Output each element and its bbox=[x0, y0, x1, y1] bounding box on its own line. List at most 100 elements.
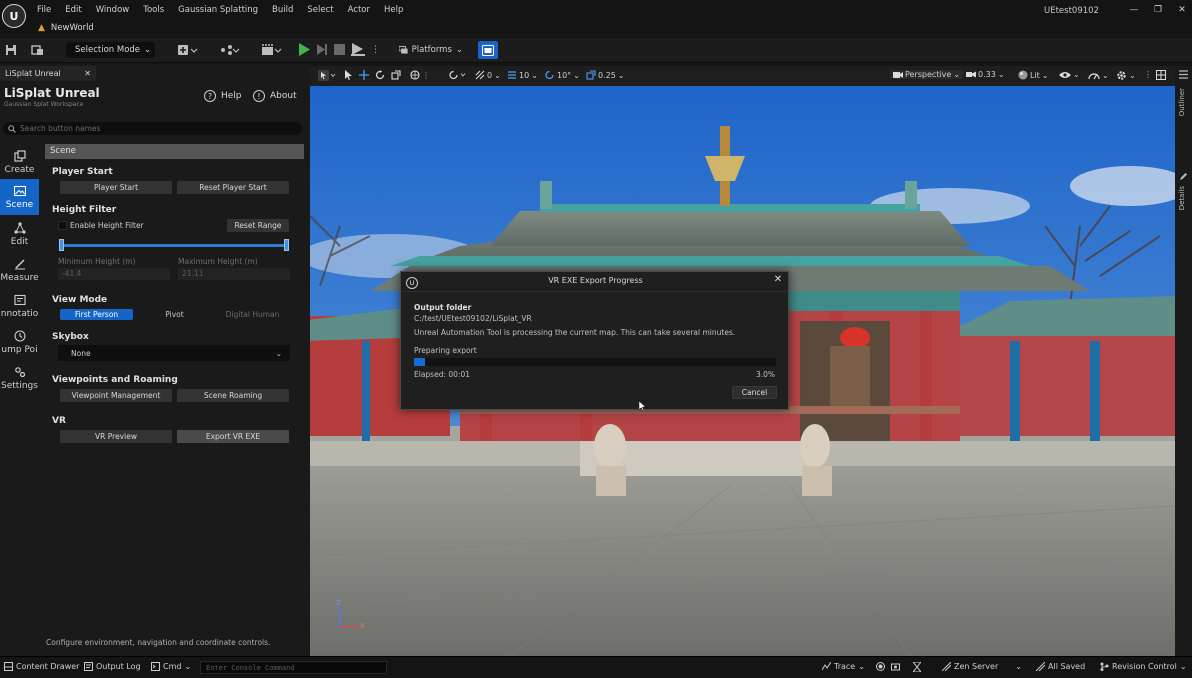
cmd-dropdown[interactable]: Cmd ⌄ bbox=[151, 662, 191, 671]
skybox-dropdown[interactable]: None ⌄ bbox=[58, 345, 290, 361]
viewport-settings-dropdown[interactable]: ⌄ bbox=[1116, 70, 1136, 81]
grid-snap-control[interactable]: 10 ⌄ bbox=[507, 70, 538, 80]
sidebar-item-scene[interactable]: Scene bbox=[0, 179, 39, 215]
sidebar-item-annotation[interactable]: nnotatio bbox=[0, 288, 39, 324]
menu-actor[interactable]: Actor bbox=[341, 4, 377, 16]
move-tool-icon[interactable] bbox=[359, 70, 369, 80]
record-icon[interactable] bbox=[876, 662, 885, 671]
enable-height-filter-checkbox[interactable] bbox=[58, 221, 67, 230]
menu-gaussian-splatting[interactable]: Gaussian Splatting bbox=[171, 4, 265, 16]
menu-edit[interactable]: Edit bbox=[58, 4, 88, 16]
viewpoint-management-button[interactable]: Viewpoint Management bbox=[60, 389, 172, 402]
rotation-snap-control[interactable]: 0 ⌄ bbox=[475, 70, 501, 80]
close-tab-icon[interactable]: ✕ bbox=[84, 69, 91, 78]
menu-tools[interactable]: Tools bbox=[136, 4, 171, 16]
height-range-slider[interactable] bbox=[60, 244, 288, 247]
menu-select[interactable]: Select bbox=[300, 4, 340, 16]
about-button[interactable]: ! About bbox=[253, 90, 297, 102]
details-tab[interactable]: Details bbox=[1178, 186, 1186, 210]
revision-control-dropdown[interactable]: Revision Control ⌄ bbox=[1100, 662, 1187, 671]
view-mode-pivot[interactable]: Pivot bbox=[138, 309, 211, 320]
select-tool-icon[interactable] bbox=[344, 70, 353, 80]
play-options-icon[interactable]: ⋮ bbox=[371, 45, 380, 55]
view-mode-first-person[interactable]: First Person bbox=[60, 309, 133, 320]
menu-build[interactable]: Build bbox=[265, 4, 300, 16]
sidebar-item-settings[interactable]: Settings bbox=[0, 360, 39, 396]
screenshot-icon[interactable] bbox=[891, 662, 900, 671]
view-mode-digital-human[interactable]: Digital Human bbox=[216, 309, 289, 320]
performance-dropdown[interactable]: ⌄ bbox=[1088, 70, 1109, 80]
panel-footer-hint: Configure environment, navigation and co… bbox=[46, 638, 271, 647]
trace-dropdown[interactable]: Trace ⌄ bbox=[822, 662, 865, 671]
perspective-dropdown[interactable]: Perspective ⌄ bbox=[890, 70, 964, 79]
sidebar-item-measure[interactable]: Measure bbox=[0, 252, 39, 288]
scene-roaming-button[interactable]: Scene Roaming bbox=[177, 389, 289, 402]
platforms-dropdown[interactable]: Platforms ⌄ bbox=[399, 42, 463, 58]
menu-window[interactable]: Window bbox=[89, 4, 137, 16]
sidebar-item-label: Scene bbox=[5, 199, 34, 210]
camera-speed-control[interactable]: 0.33 ⌄ bbox=[966, 70, 1005, 79]
minimize-icon[interactable]: — bbox=[1122, 3, 1146, 17]
selection-mode-dropdown[interactable]: Selection Mode ⌄ bbox=[66, 42, 155, 58]
project-tab[interactable]: ▲ NewWorld bbox=[30, 20, 94, 36]
player-start-button[interactable]: Player Start bbox=[60, 181, 172, 194]
add-actor-icon[interactable] bbox=[178, 44, 198, 56]
sidebar-item-create[interactable]: Create bbox=[0, 144, 39, 180]
reset-player-start-button[interactable]: Reset Player Start bbox=[177, 181, 289, 194]
save-icon[interactable] bbox=[5, 44, 19, 58]
rotate-tool-icon[interactable] bbox=[375, 70, 385, 80]
cancel-button[interactable]: Cancel bbox=[732, 386, 777, 399]
search-input[interactable] bbox=[20, 124, 290, 133]
viewport-more-icon[interactable]: ⋮ bbox=[1144, 70, 1152, 79]
eject-icon[interactable] bbox=[351, 43, 365, 56]
hourglass-icon[interactable] bbox=[913, 662, 921, 672]
content-browser-icon[interactable] bbox=[31, 44, 45, 58]
dialog-close-icon[interactable]: ✕ bbox=[772, 274, 784, 286]
output-log-button[interactable]: Output Log bbox=[84, 662, 141, 671]
world-space-icon[interactable]: ⋮ bbox=[410, 70, 430, 80]
trace-label: Trace bbox=[834, 662, 856, 671]
lisplat-plugin-button[interactable] bbox=[478, 41, 498, 59]
outliner-icon[interactable] bbox=[1179, 70, 1188, 79]
vr-preview-button[interactable]: VR Preview bbox=[60, 430, 172, 443]
details-pencil-icon[interactable] bbox=[1179, 172, 1188, 181]
min-height-field[interactable]: -41.4 bbox=[58, 268, 170, 280]
angle-snap-control[interactable]: 10° ⌄ bbox=[545, 70, 580, 80]
surface-snap-icon[interactable] bbox=[449, 70, 467, 80]
blueprint-icon[interactable] bbox=[220, 44, 240, 56]
cinematics-icon[interactable] bbox=[262, 44, 282, 56]
play-icon[interactable] bbox=[298, 43, 310, 56]
close-icon[interactable]: ✕ bbox=[1170, 3, 1192, 17]
show-flags-dropdown[interactable]: ⌄ bbox=[1059, 70, 1080, 79]
slider-max-handle[interactable] bbox=[284, 239, 289, 251]
sidebar-item-edit[interactable]: Edit bbox=[0, 216, 39, 252]
viewport-options-icon[interactable] bbox=[318, 70, 336, 81]
menu-file[interactable]: File bbox=[30, 4, 58, 16]
unreal-logo-icon[interactable]: U bbox=[2, 4, 26, 28]
zen-server-dropdown[interactable]: Zen Server ⌄ bbox=[942, 662, 1022, 671]
output-folder-path: C:/test/UEtest09102/LiSplat_VR bbox=[414, 314, 532, 323]
all-saved-indicator[interactable]: All Saved bbox=[1036, 662, 1085, 671]
edit-nodes-icon bbox=[13, 221, 26, 234]
scale-tool-icon[interactable] bbox=[391, 70, 401, 80]
axis-x-label: X bbox=[360, 622, 365, 630]
jump-point-icon bbox=[13, 329, 26, 342]
lit-dropdown[interactable]: Lit ⌄ bbox=[1018, 70, 1049, 80]
step-icon[interactable] bbox=[316, 43, 328, 56]
sidebar-item-jump-point[interactable]: ump Poi bbox=[0, 324, 39, 360]
restore-icon[interactable]: ❐ bbox=[1146, 3, 1170, 17]
slider-min-handle[interactable] bbox=[59, 239, 64, 251]
max-height-field[interactable]: 21.11 bbox=[178, 268, 290, 280]
scale-snap-control[interactable]: 0.25 ⌄ bbox=[586, 70, 625, 80]
panel-tab[interactable]: LiSplat Unreal ✕ bbox=[0, 66, 96, 81]
stop-icon[interactable] bbox=[334, 44, 345, 55]
console-command-input[interactable] bbox=[200, 661, 387, 674]
menu-help[interactable]: Help bbox=[377, 4, 410, 16]
viewport-layout-icon[interactable] bbox=[1156, 70, 1166, 80]
content-drawer-button[interactable]: Content Drawer bbox=[4, 662, 79, 671]
reset-range-button[interactable]: Reset Range bbox=[227, 219, 289, 232]
outliner-tab[interactable]: Outliner bbox=[1178, 88, 1186, 116]
export-vr-exe-button[interactable]: Export VR EXE bbox=[177, 430, 289, 443]
help-button[interactable]: ? Help bbox=[204, 90, 242, 102]
zen-server-label: Zen Server bbox=[954, 662, 999, 671]
